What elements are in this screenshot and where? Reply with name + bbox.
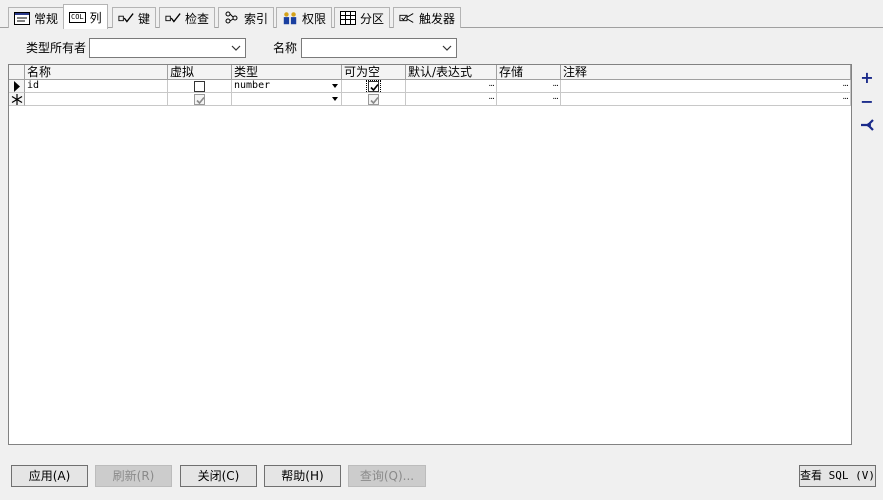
- chevron-down-icon: [231, 45, 241, 51]
- tab-general[interactable]: 常规: [8, 7, 65, 28]
- ellipsis-button[interactable]: ...: [488, 80, 495, 90]
- header-type[interactable]: 类型: [232, 65, 342, 80]
- form-icon: [14, 11, 30, 25]
- type-owner-label: 类型所有者: [26, 41, 87, 55]
- cell-default[interactable]: ...: [406, 80, 497, 93]
- new-row-indicator[interactable]: [9, 93, 25, 106]
- row-indicator-header: [9, 65, 25, 80]
- table-row[interactable]: [25, 93, 168, 106]
- view-sql-button[interactable]: 查看 SQL (V): [799, 465, 876, 487]
- checkmark-icon: [196, 96, 205, 105]
- tab-triggers[interactable]: 触发器: [393, 7, 462, 28]
- columns-grid[interactable]: 名称 虚拟 类型 可为空 默认/表达式 存储 注释 id number ... …: [8, 64, 852, 445]
- table-row[interactable]: id: [25, 80, 168, 93]
- tab-privileges-label: 权限: [302, 11, 327, 26]
- type-owner-select[interactable]: [89, 38, 246, 58]
- cell-virtual[interactable]: [168, 93, 232, 106]
- tab-columns[interactable]: COL 列: [63, 4, 108, 29]
- cell-virtual[interactable]: [168, 80, 232, 93]
- ellipsis-button[interactable]: ...: [488, 93, 495, 103]
- tab-indexes-label: 索引: [244, 11, 269, 26]
- tab-columns-label: 列: [89, 10, 102, 25]
- tab-bar: 常规 COL 列 键 检查 索引 权限 分区 触发器: [0, 0, 883, 29]
- remove-column-button[interactable]: −: [858, 91, 876, 111]
- header-default[interactable]: 默认/表达式: [406, 65, 497, 80]
- header-nullable[interactable]: 可为空: [342, 65, 406, 80]
- cell-nullable[interactable]: [342, 80, 406, 93]
- ellipsis-button[interactable]: ...: [552, 80, 559, 90]
- tab-check[interactable]: 检查: [159, 7, 216, 28]
- key-icon: [118, 11, 134, 25]
- users-icon: [282, 11, 298, 25]
- name-select[interactable]: [301, 38, 457, 58]
- tab-indexes[interactable]: 索引: [218, 7, 275, 28]
- virtual-checkbox[interactable]: [194, 94, 205, 105]
- check-icon: [165, 11, 181, 25]
- ellipsis-button[interactable]: ...: [842, 80, 849, 90]
- cell-name: id: [27, 80, 40, 91]
- tab-partitions-label: 分区: [360, 11, 385, 26]
- refresh-button[interactable]: 刷新(R): [95, 465, 172, 487]
- checkmark-icon: [370, 96, 379, 105]
- index-icon: [224, 11, 240, 25]
- header-comment[interactable]: 注释: [561, 65, 851, 80]
- triangle-right-icon: [14, 81, 20, 92]
- insert-branch-icon: [861, 119, 874, 131]
- dropdown-arrow-icon[interactable]: [332, 84, 338, 88]
- cell-storage[interactable]: ...: [497, 93, 561, 106]
- tab-keys-label: 键: [138, 11, 151, 26]
- ellipsis-button[interactable]: ...: [842, 93, 849, 103]
- add-column-button[interactable]: +: [858, 67, 876, 87]
- trigger-icon: [399, 11, 415, 25]
- cell-type[interactable]: number: [232, 80, 342, 93]
- help-button[interactable]: 帮助(H): [264, 465, 341, 487]
- nullable-checkbox[interactable]: [368, 94, 379, 105]
- header-virtual[interactable]: 虚拟: [168, 65, 232, 80]
- current-row-indicator[interactable]: [9, 80, 25, 93]
- apply-button[interactable]: 应用(A): [11, 465, 88, 487]
- name-label: 名称: [273, 41, 298, 55]
- cell-type[interactable]: [232, 93, 342, 106]
- header-storage[interactable]: 存储: [497, 65, 561, 80]
- nullable-checkbox[interactable]: [368, 81, 379, 92]
- chevron-down-icon: [442, 45, 452, 51]
- tab-triggers-label: 触发器: [419, 11, 456, 26]
- dropdown-arrow-icon[interactable]: [332, 97, 338, 101]
- cell-storage[interactable]: ...: [497, 80, 561, 93]
- tab-check-label: 检查: [185, 11, 210, 26]
- cell-comment[interactable]: ...: [561, 80, 851, 93]
- cell-type-value: number: [234, 80, 271, 91]
- cell-default[interactable]: ...: [406, 93, 497, 106]
- cell-nullable[interactable]: [342, 93, 406, 106]
- virtual-checkbox[interactable]: [194, 81, 205, 92]
- ellipsis-button[interactable]: ...: [552, 93, 559, 103]
- header-name[interactable]: 名称: [25, 65, 168, 80]
- asterisk-icon: [11, 94, 23, 105]
- cell-comment[interactable]: ...: [561, 93, 851, 106]
- minus-icon: −: [860, 91, 874, 111]
- checkmark-icon: [370, 83, 379, 92]
- column-icon: COL: [69, 11, 86, 23]
- close-button[interactable]: 关闭(C): [180, 465, 257, 487]
- tab-general-label: 常规: [34, 11, 59, 26]
- tab-keys[interactable]: 键: [112, 7, 157, 28]
- insert-column-button[interactable]: [858, 116, 876, 134]
- tab-partitions[interactable]: 分区: [334, 7, 391, 28]
- query-button[interactable]: 查询(Q)...: [348, 465, 426, 487]
- tab-privileges[interactable]: 权限: [276, 7, 333, 28]
- table-icon: [340, 11, 356, 25]
- plus-icon: +: [860, 67, 874, 87]
